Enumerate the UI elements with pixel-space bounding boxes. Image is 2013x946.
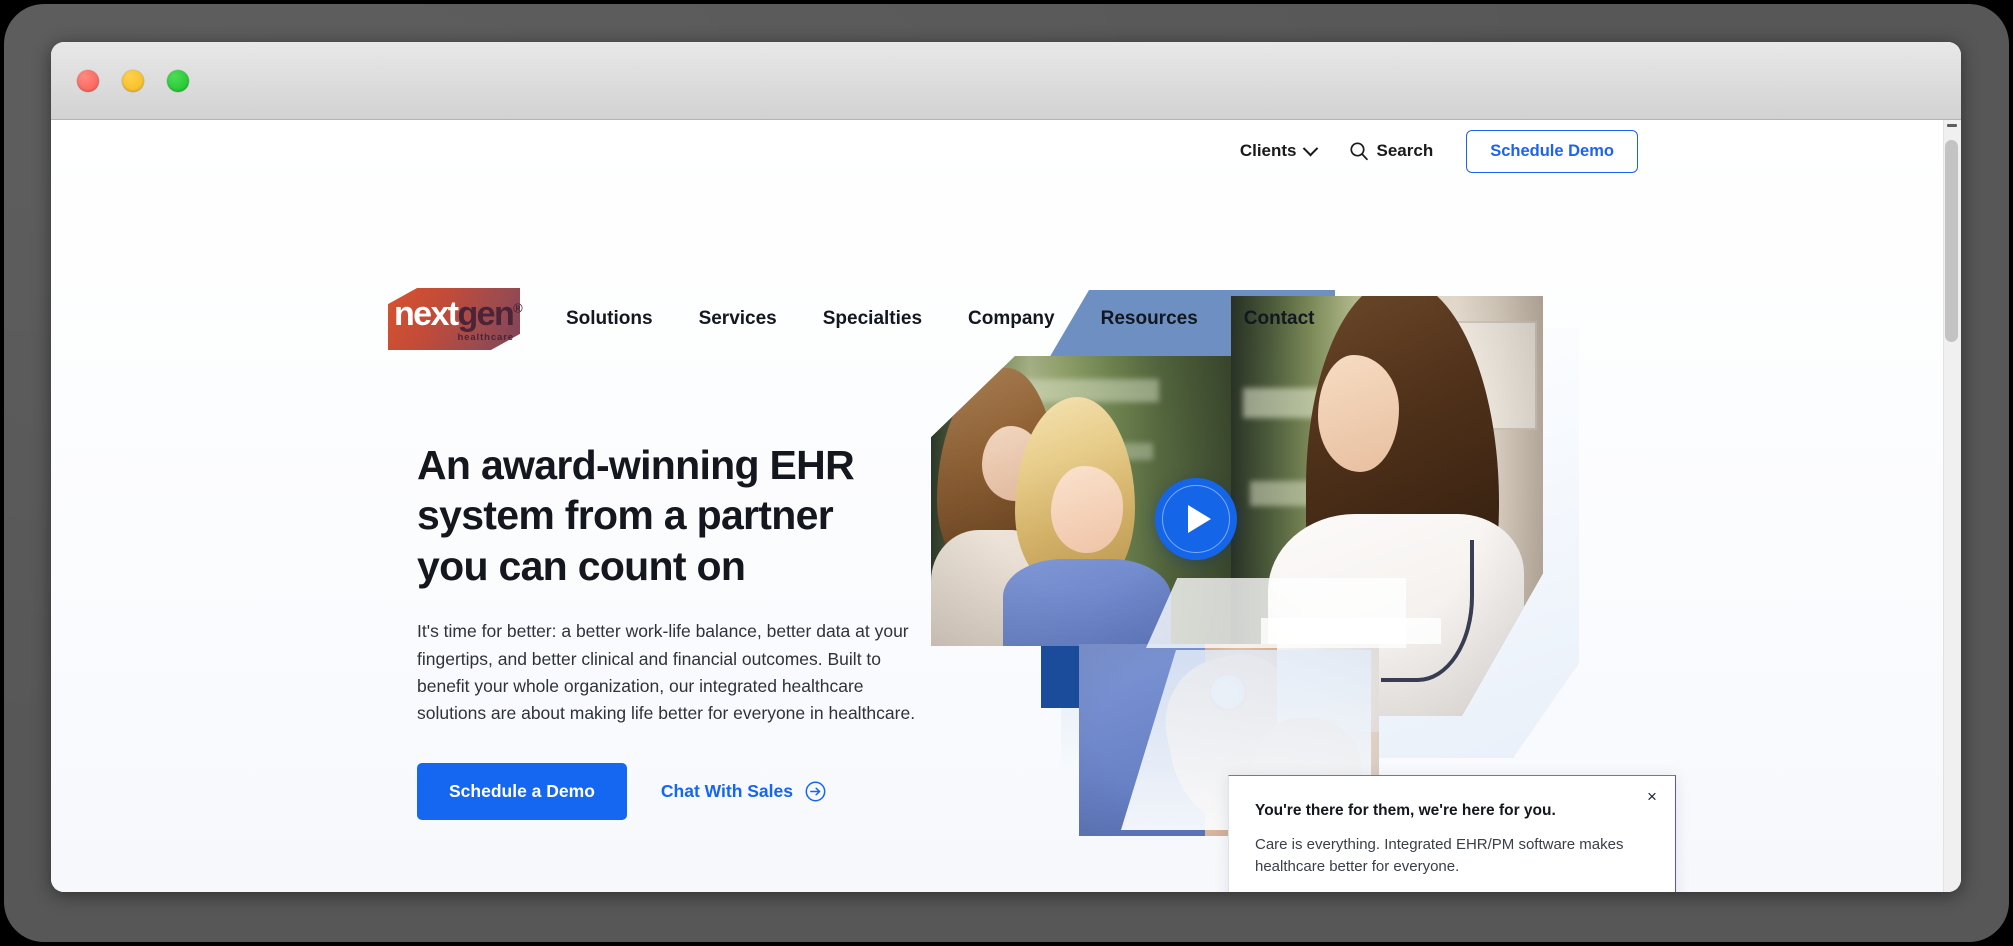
logo-tagline: healthcare [457, 332, 514, 343]
scrollbar-thumb[interactable] [1945, 140, 1958, 342]
chevron-down-icon [1302, 140, 1318, 156]
play-video-button[interactable] [1155, 478, 1237, 560]
search-icon [1349, 142, 1368, 161]
maximize-window-button[interactable] [167, 69, 189, 92]
hero-text-block: An award-winning EHR system from a partn… [417, 440, 917, 821]
close-window-button[interactable] [77, 69, 99, 92]
hero-image-collage [931, 278, 1579, 838]
promo-title: You're there for them, we're here for yo… [1255, 802, 1556, 819]
logo-word-gen: gen [457, 295, 515, 333]
page-viewport: Clients Search Schedule Demo nextgen® he… [51, 120, 1961, 892]
nav-item-resources[interactable]: Resources [1101, 308, 1198, 330]
hero-description: It's time for better: a better work-life… [417, 621, 916, 724]
watch-now-label: Watch Now [1255, 892, 1335, 893]
play-button-ring [1162, 485, 1230, 553]
watch-now-link[interactable]: Watch Now [1255, 892, 1362, 893]
schedule-a-demo-button[interactable]: Schedule a Demo [417, 763, 627, 821]
nextgen-healthcare-logo[interactable]: nextgen® healthcare [388, 288, 523, 350]
clients-menu[interactable]: Clients [1239, 140, 1318, 161]
nav-item-solutions[interactable]: Solutions [566, 308, 653, 330]
browser-window: Clients Search Schedule Demo nextgen® he… [51, 42, 1961, 892]
nav-item-services[interactable]: Services [699, 308, 777, 330]
chat-with-sales-label: Chat With Sales [660, 781, 793, 802]
logo-wordmark: nextgen® [394, 295, 523, 333]
search-label: Search [1376, 141, 1434, 160]
logo-word-next: next [394, 295, 459, 333]
chat-with-sales-link[interactable]: Chat With Sales [661, 781, 826, 802]
minimize-window-button[interactable] [122, 69, 144, 92]
arrow-right-circle-icon [1352, 891, 1356, 892]
hero-cta-group: Schedule a Demo Chat With Sales [417, 763, 917, 821]
nav-item-contact[interactable]: Contact [1244, 308, 1315, 330]
nav-item-company[interactable]: Company [968, 308, 1055, 330]
nav-item-specialties[interactable]: Specialties [823, 308, 922, 330]
arrow-right-circle-icon [805, 782, 826, 802]
main-navigation: nextgen® healthcare Solutions Services S… [51, 288, 1315, 350]
window-controls [77, 69, 189, 92]
search-button[interactable]: Search [1349, 141, 1434, 161]
close-icon[interactable]: × [1642, 786, 1662, 806]
schedule-demo-button[interactable]: Schedule Demo [1466, 129, 1638, 173]
clients-menu-label: Clients [1239, 141, 1297, 160]
scroll-up-arrow-icon[interactable] [1947, 124, 1957, 127]
registered-trademark-icon: ® [513, 300, 523, 316]
desktop-backdrop: Clients Search Schedule Demo nextgen® he… [0, 0, 2013, 946]
vertical-scrollbar[interactable] [1943, 120, 1961, 892]
promo-description: Care is everything. Integrated EHR/PM so… [1255, 836, 1624, 875]
utility-bar: Clients Search Schedule Demo [51, 120, 1943, 182]
window-titlebar [51, 42, 1961, 120]
promo-popup: × You're there for them, we're here for … [1228, 775, 1676, 892]
page-title: An award-winning EHR system from a partn… [417, 442, 855, 589]
